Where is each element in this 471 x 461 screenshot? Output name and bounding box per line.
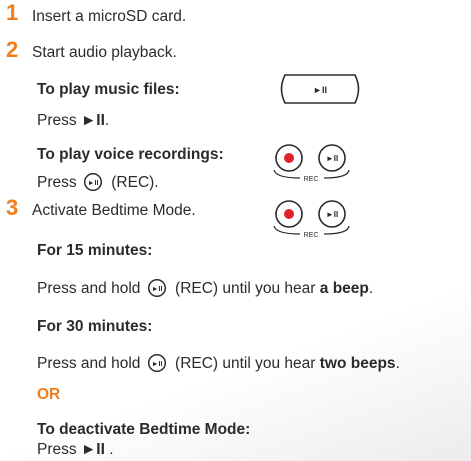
play-rec-button-icon: ►II xyxy=(147,278,166,298)
step-text-3: Activate Bedtime Mode. xyxy=(32,202,196,219)
record-dot-icon xyxy=(284,209,294,219)
voice-rec-label: (REC). xyxy=(111,174,159,191)
svg-text:REC: REC xyxy=(304,176,319,183)
music-instruction: Press ►II. xyxy=(37,112,109,130)
music-press-text: Press xyxy=(37,112,77,129)
step-number-2: 2 xyxy=(6,37,19,62)
music-period: . xyxy=(104,112,110,129)
voice-press-text: Press xyxy=(37,174,77,191)
bedtime-device-icon: ►II REC xyxy=(273,200,350,239)
voice-heading: To play voice recordings: xyxy=(37,146,224,163)
svg-text:►II: ►II xyxy=(326,210,338,219)
min30-after-text: (REC) until you hear xyxy=(175,355,316,372)
play-pause-key: ►II xyxy=(80,112,105,129)
play-rec-button-icon: ►II xyxy=(147,353,166,373)
play-pause-button-icon: ►II xyxy=(280,74,360,104)
min30-instruction: Press and hold ►II (REC) until you hear … xyxy=(37,353,400,373)
play-pause-key: ►II xyxy=(80,441,105,458)
deactivate-press-text: Press xyxy=(37,441,77,458)
step-text-2: Start audio playback. xyxy=(32,44,177,61)
min30-press-text: Press and hold xyxy=(37,355,141,372)
music-heading: To play music files: xyxy=(37,81,180,98)
svg-text:►II: ►II xyxy=(326,154,338,163)
rec-device-icon: ►II REC xyxy=(273,144,350,183)
deactivate-heading: To deactivate Bedtime Mode: xyxy=(37,421,251,438)
svg-text:►II: ►II xyxy=(151,286,162,293)
step-number-1: 1 xyxy=(6,0,19,25)
voice-instruction: Press ►II (REC). xyxy=(37,172,159,192)
play-rec-button-icon: ►II xyxy=(83,172,102,192)
svg-text:REC: REC xyxy=(304,232,319,239)
step-number-3: 3 xyxy=(6,195,19,220)
min15-period: . xyxy=(368,280,374,297)
svg-text:►II: ►II xyxy=(88,180,99,187)
or-label: OR xyxy=(37,386,61,403)
step-text-1: Insert a microSD card. xyxy=(32,8,187,25)
deactivate-instruction: Press ►II . xyxy=(37,441,114,459)
min15-heading: For 15 minutes: xyxy=(37,242,153,259)
play-pause-glyph: ►II xyxy=(313,85,327,95)
min30-beep-text: two beeps xyxy=(319,355,396,372)
min30-heading: For 30 minutes: xyxy=(37,318,153,335)
min15-beep-text: a beep xyxy=(319,280,369,297)
min15-instruction: Press and hold ►II (REC) until you hear … xyxy=(37,278,373,298)
min30-period: . xyxy=(395,355,400,372)
min15-press-text: Press and hold xyxy=(37,280,141,297)
svg-text:►II: ►II xyxy=(151,361,162,368)
record-dot-icon xyxy=(284,153,294,163)
min15-after-text: (REC) until you hear xyxy=(175,280,316,297)
deactivate-period: . xyxy=(109,441,114,458)
